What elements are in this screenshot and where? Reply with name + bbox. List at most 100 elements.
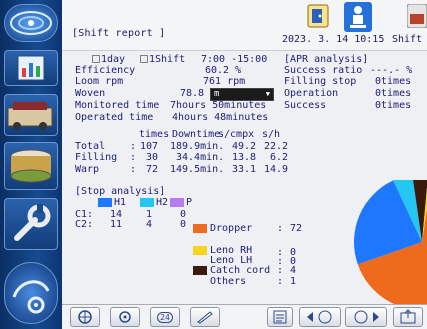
row-total-colon: : (130, 141, 137, 152)
catch-cord-label: Catch cord (210, 265, 271, 276)
col-downtime: Downtime (172, 129, 221, 140)
col-times: times (139, 129, 170, 140)
woven-label: Woven (75, 88, 106, 99)
machine-status-icon[interactable] (406, 3, 427, 32)
row-warp-label: Warp (75, 164, 100, 175)
prev-button[interactable] (299, 307, 341, 327)
row-filling-label: Filling (75, 152, 118, 163)
efficiency-label: Efficiency (75, 65, 136, 76)
header-bar: [Shift report ] 2023. 3. 14 10:15 Shift (62, 0, 427, 51)
c2-p: 0 (180, 219, 187, 230)
pencil-button[interactable] (190, 307, 220, 327)
h1-label: H1 (114, 197, 127, 208)
row-total-label: Total (75, 141, 106, 152)
dropper-colon: : (277, 223, 284, 234)
woven-unit-value: m (214, 89, 220, 99)
apr-title: [APR analysis] (284, 54, 369, 65)
catch-cord-swatch (193, 266, 207, 275)
h2-swatch (140, 198, 154, 207)
sidebar-loom-button[interactable] (4, 94, 58, 136)
others-label: Others (210, 276, 247, 287)
row-filling-downtime: 34.4min. (176, 152, 225, 163)
dropper-value: 72 (290, 223, 303, 234)
row-warp-colon: : (130, 164, 137, 175)
swirl-icon (10, 11, 52, 35)
leno-rh-swatch (193, 246, 207, 255)
logout-icon[interactable] (307, 4, 329, 32)
operator-icon[interactable] (344, 2, 372, 36)
next-button[interactable] (345, 307, 387, 327)
apr-label-1: Success ratio (284, 65, 363, 76)
row-filling-sh: 6.2 (270, 152, 289, 163)
apr-label-4: Success (284, 100, 327, 111)
c2-h1: 11 (110, 219, 123, 230)
prev-arrow-icon (307, 310, 332, 324)
row-warp-times: 72 (146, 164, 159, 175)
export-button[interactable] (393, 307, 423, 327)
col-sh: s/h (262, 129, 281, 140)
c2-h2: 4 (146, 219, 153, 230)
sidebar-logo-button[interactable] (4, 4, 58, 42)
wrench-icon (14, 204, 51, 241)
shift-report-screen: [Shift report ] 2023. 3. 14 10:15 Shift … (0, 0, 427, 329)
day-label: 1day (101, 54, 126, 65)
catch-cord-value: 4 (290, 265, 297, 276)
row-filling-colon: : (130, 152, 137, 163)
row-total-scmpx: 49.2 (232, 141, 257, 152)
sidebar-maintenance-button[interactable] (4, 198, 58, 250)
fabric-roll-icon (10, 149, 52, 183)
row-warp-sh: 14.9 (264, 164, 289, 175)
list-icon (273, 310, 287, 324)
stop-analysis-title: [Stop analysis] (75, 186, 166, 197)
dropper-label: Dropper (210, 223, 253, 234)
24h-button[interactable]: 24 (150, 307, 180, 327)
sidebar-report-button[interactable] (4, 50, 58, 86)
apr-label-3: Operation (284, 88, 339, 99)
bobbin-icon (119, 311, 131, 323)
chevron-down-icon: ▼ (265, 90, 270, 98)
monitored-label: Monitored time (75, 100, 160, 111)
others-value: 1 (290, 276, 297, 287)
row-total-times: 107 (140, 141, 159, 152)
stop-pie-chart (354, 180, 427, 304)
row-filling-scmpx: 13.8 (232, 152, 257, 163)
operated-label: Operated time (75, 112, 154, 123)
next-arrow-icon (354, 310, 379, 324)
c2-label: C2: (75, 219, 94, 230)
catch-cord-colon: : (277, 265, 284, 276)
efficiency-value: 60.2 % (205, 65, 242, 76)
report-list-button[interactable] (267, 307, 293, 327)
shift-checkbox[interactable] (140, 55, 148, 63)
row-warp-downtime: 149.5min. (170, 164, 225, 175)
day-checkbox[interactable] (92, 55, 100, 63)
bobbin-button[interactable] (110, 307, 140, 327)
p-swatch (170, 198, 184, 207)
h1-swatch (98, 198, 112, 207)
24h-label: 24 (157, 311, 173, 323)
loom-machine-icon (7, 102, 53, 130)
date-time: 2023. 3. 14 10:15 (282, 34, 385, 45)
wheel-icon (78, 310, 92, 324)
apr-value-2: 0times (375, 76, 412, 87)
operated-value: 4hours 48minutes (172, 112, 269, 123)
loom-view-button[interactable] (70, 307, 100, 327)
sidebar-settings-button[interactable] (4, 262, 58, 324)
export-icon (400, 309, 416, 324)
h2-label: H2 (156, 197, 169, 208)
sidebar (0, 0, 62, 329)
shift-option-label: 1Shift (149, 54, 186, 65)
col-scmpx: s/cmpx (218, 129, 255, 140)
bottom-toolbar: 24 (62, 304, 427, 329)
loom-rpm-label: Loom rpm (75, 76, 124, 87)
dropper-swatch (193, 224, 207, 233)
page-title: [Shift report ] (72, 28, 166, 39)
loom-rpm-value: 761 rpm (203, 76, 246, 87)
woven-value: 78.8 (180, 88, 205, 99)
p-label: P (186, 197, 193, 208)
shift-label: Shift (392, 34, 423, 45)
report-chart-icon (17, 55, 45, 81)
apr-value-1: ---.- % (370, 65, 413, 76)
apr-value-3: 0times (375, 88, 412, 99)
sidebar-fabric-button[interactable] (4, 142, 58, 190)
row-total-downtime: 189.9min. (170, 141, 225, 152)
